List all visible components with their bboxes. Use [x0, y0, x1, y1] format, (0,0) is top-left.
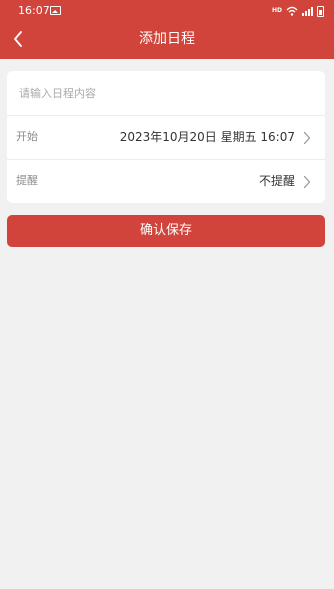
remind-row[interactable]: 提醒 不提醒 — [7, 159, 325, 203]
app-header: 16:07 HD 添加日程 — [0, 0, 334, 59]
signal-icon — [302, 6, 313, 16]
page-title: 添加日程 — [139, 31, 195, 47]
remind-label: 提醒 — [16, 174, 38, 187]
start-time-row[interactable]: 开始 2023年10月20日 星期五 16:07 — [7, 115, 325, 159]
chevron-right-icon — [303, 175, 311, 189]
status-time: 16:07 — [18, 4, 50, 17]
status-icons: HD — [272, 5, 324, 17]
content-row — [7, 71, 325, 115]
start-value: 2023年10月20日 星期五 16:07 — [119, 130, 295, 144]
schedule-content-input[interactable] — [19, 83, 309, 103]
start-label: 开始 — [16, 130, 38, 143]
hd-icon: HD — [271, 7, 282, 14]
status-bar: 16:07 HD — [0, 0, 334, 22]
chevron-right-icon — [303, 131, 311, 145]
wifi-icon — [286, 6, 298, 16]
save-button[interactable]: 确认保存 — [7, 215, 325, 247]
schedule-form-card: 开始 2023年10月20日 星期五 16:07 提醒 不提醒 — [7, 71, 325, 203]
battery-icon — [317, 5, 324, 17]
gallery-notification-icon — [50, 6, 61, 15]
remind-value: 不提醒 — [258, 174, 295, 188]
